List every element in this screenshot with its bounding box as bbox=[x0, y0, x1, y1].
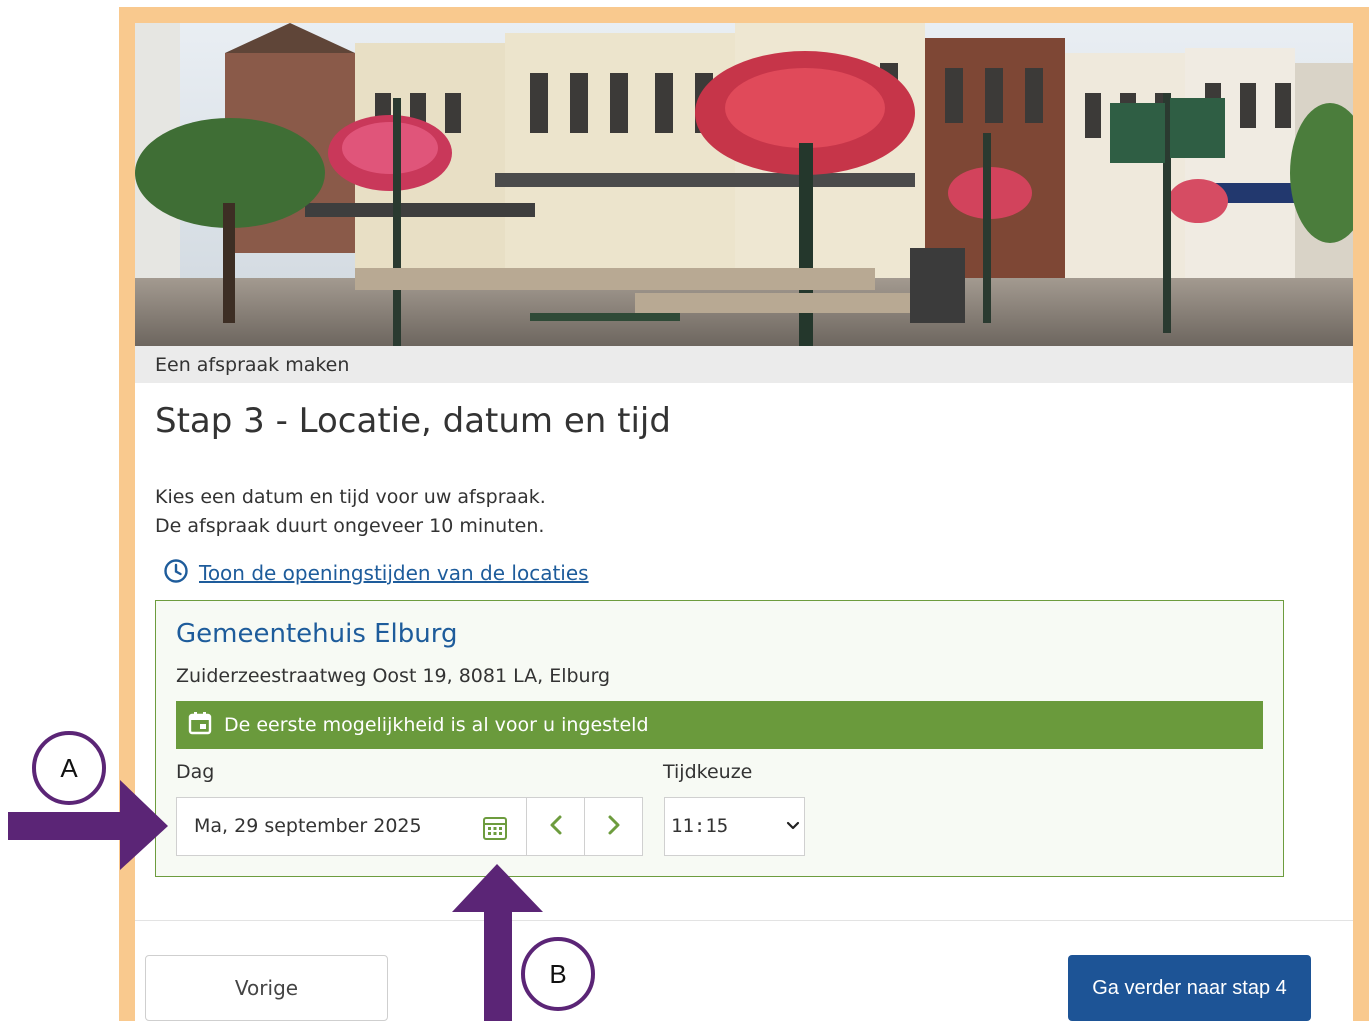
annotation-arrows bbox=[8, 780, 543, 1021]
annotation-a: A bbox=[32, 731, 106, 805]
annotation-b: B bbox=[521, 937, 595, 1011]
